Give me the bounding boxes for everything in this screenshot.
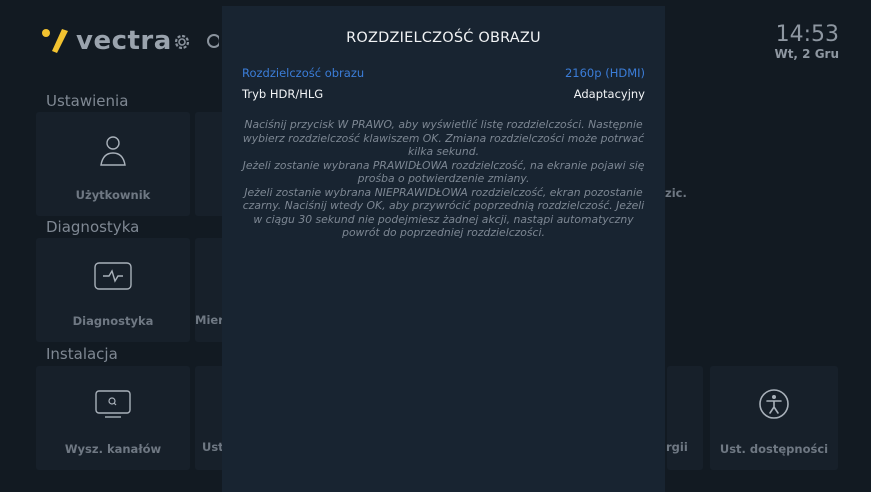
- tile-peek-install-left-label: Ust: [202, 440, 224, 454]
- tile-diagnostics-label: Diagnostyka: [72, 314, 154, 328]
- tile-channel-search[interactable]: Wysz. kanałów: [36, 366, 190, 470]
- description-line: powrót do poprzedniej rozdzielczości.: [342, 226, 545, 239]
- tile-peek-install-2[interactable]: [195, 366, 225, 470]
- option-hdr-mode[interactable]: Tryb HDR/HLG Adaptacyjny: [242, 87, 645, 103]
- tv-settings-screen: vectra 14:53 Wt, 2 Gru Ustawienia Użytko…: [0, 0, 871, 492]
- pulse-icon: [36, 258, 190, 294]
- description-line: Naciśnij przycisk W PRAWO, aby wyświetli…: [244, 118, 643, 131]
- section-title-install: Instalacja: [46, 345, 118, 363]
- user-icon: [36, 132, 190, 168]
- option-resolution[interactable]: Rozdzielczość obrazu 2160p (HDMI): [242, 66, 645, 82]
- description-line: Jeżeli zostanie wybrana NIEPRAWIDŁOWA ro…: [244, 185, 643, 199]
- tile-user-label: Użytkownik: [75, 188, 151, 202]
- option-resolution-label: Rozdzielczość obrazu: [242, 66, 365, 80]
- dialog-description: Naciśnij przycisk W PRAWO, aby wyświetli…: [234, 118, 653, 240]
- vectra-logo-icon: [42, 29, 68, 53]
- tile-peek-settings-right-label: zic.: [665, 186, 687, 200]
- description-line: kilka sekund.: [407, 145, 480, 158]
- tile-peek-energy-label: rgii: [666, 440, 688, 454]
- dialog-title: ROZDZIELCZOŚĆ OBRAZU: [346, 30, 541, 46]
- resolution-dialog: ROZDZIELCZOŚĆ OBRAZU Rozdzielczość obraz…: [222, 6, 665, 492]
- option-resolution-value: 2160p (HDMI): [564, 66, 645, 80]
- tile-diagnostics[interactable]: Diagnostyka: [36, 238, 190, 342]
- tile-accessibility[interactable]: Ust. dostępności: [710, 366, 838, 470]
- search-icon[interactable]: [205, 30, 221, 52]
- description-line: wybierz rozdzielczość klawiszem OK. Zmia…: [242, 131, 645, 145]
- clock: 14:53 Wt, 2 Gru: [774, 22, 839, 61]
- gear-icon[interactable]: [172, 32, 192, 52]
- tile-accessibility-label: Ust. dostępności: [719, 442, 829, 456]
- option-hdr-mode-label: Tryb HDR/HLG: [242, 87, 324, 101]
- accessibility-icon: [710, 386, 838, 422]
- section-title-settings: Ustawienia: [46, 92, 129, 110]
- tile-user[interactable]: Użytkownik: [36, 112, 190, 216]
- clock-date: Wt, 2 Gru: [774, 47, 839, 61]
- description-line: w ciągu 30 sekund nie podejmiesz żadnej …: [253, 212, 634, 226]
- tile-peek-energy[interactable]: [667, 366, 703, 470]
- tile-peek-settings-2[interactable]: [195, 112, 225, 216]
- brand-name: vectra: [76, 26, 172, 56]
- option-hdr-mode-value: Adaptacyjny: [573, 87, 645, 101]
- description-line: czarny. Naciśnij wtedy OK, aby przywróci…: [242, 199, 645, 212]
- section-title-diagnostics: Diagnostyka: [46, 218, 140, 236]
- tv-search-icon: [36, 386, 190, 422]
- vectra-logo: vectra: [40, 26, 172, 56]
- tile-channel-search-label: Wysz. kanałów: [64, 442, 162, 456]
- description-line: prośba o potwierdzenie zmiany.: [357, 172, 530, 185]
- tile-peek-measure-label: Mier: [195, 313, 224, 327]
- clock-time: 14:53: [775, 22, 839, 47]
- description-line: Jeżeli zostanie wybrana PRAWIDŁOWA rozdz…: [242, 158, 645, 172]
